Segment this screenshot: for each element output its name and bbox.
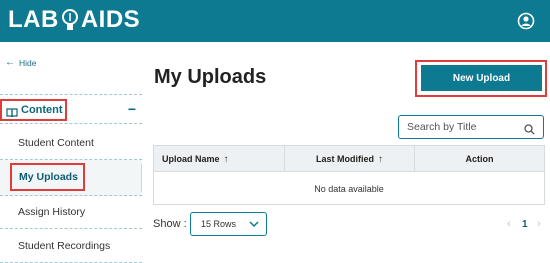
top-header: LAB AIDS [0,0,550,42]
table-header: Upload Name ↑ Last Modified ↑ Action [154,146,544,172]
collapse-section-button[interactable]: − [128,101,136,117]
hide-label: Hide [19,57,37,68]
rows-per-page-label: Show : [153,218,187,230]
column-label: Last Modified [316,154,374,164]
lightbulb-icon [61,7,79,33]
column-header-last-modified[interactable]: Last Modified ↑ [285,146,415,172]
sort-arrow-icon[interactable]: ↑ [378,154,383,165]
sidebar-item-assign-history[interactable]: Assign History [0,196,142,229]
content-section-highlight: Content [0,99,67,121]
sidebar-item-student-content[interactable]: Student Content [0,127,142,160]
sidebar-item-student-recordings[interactable]: Student Recordings [0,230,142,263]
app-logo[interactable]: LAB AIDS [8,4,140,36]
chevron-down-icon [249,220,259,228]
column-header-action: Action [415,146,544,172]
arrow-left-icon: ← [5,57,15,68]
current-page-number[interactable]: 1 [522,219,528,230]
logo-text-right: AIDS [80,6,141,33]
previous-page-button[interactable]: ‹ [507,218,511,230]
user-account-icon[interactable] [517,12,535,30]
sidebar-item-label: Assign History [18,206,86,218]
sort-arrow-icon[interactable]: ↑ [224,154,229,165]
new-upload-button[interactable]: New Upload [421,65,542,91]
search-box[interactable] [398,115,544,139]
logo-text-left: LAB [8,6,59,33]
column-label: Action [465,154,494,164]
search-icon[interactable] [524,122,535,135]
column-label: Upload Name [162,154,220,164]
sidebar-item-label: My Uploads [10,163,85,191]
sidebar-item-label: Student Recordings [18,240,111,252]
uploads-table: Upload Name ↑ Last Modified ↑ Action No … [153,145,545,205]
content-section-label: Content [21,104,63,116]
rows-per-page-value: 15 Rows [201,219,237,229]
book-icon [6,105,18,118]
page-title: My Uploads [154,66,267,88]
sidebar: ← Hide Content − Student Content My Uplo… [0,42,142,263]
content-section-header[interactable]: Content − [0,94,142,124]
column-header-upload-name[interactable]: Upload Name ↑ [154,146,285,172]
rows-per-page-select[interactable]: 15 Rows [190,212,267,236]
empty-state-row: No data available [314,184,384,194]
sidebar-item-label: Student Content [18,137,94,149]
search-input[interactable] [407,120,517,134]
sidebar-item-my-uploads[interactable]: My Uploads [0,160,142,196]
hide-sidebar-link[interactable]: ← Hide [5,57,36,68]
next-page-button[interactable]: › [537,218,541,230]
